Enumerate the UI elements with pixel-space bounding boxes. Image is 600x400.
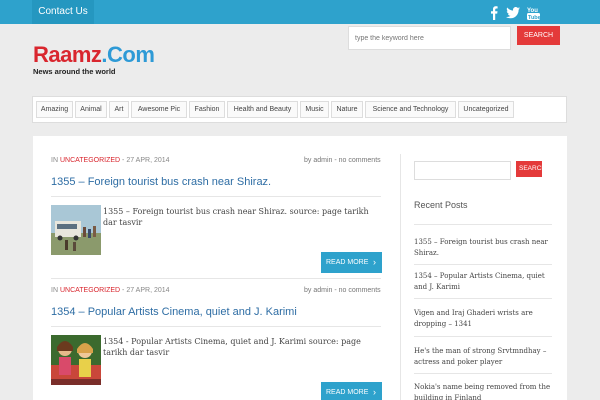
site-tagline: News around the world [33, 67, 116, 76]
post-title-link[interactable]: 1354 – Popular Artists Cinema, quiet and… [51, 306, 297, 318]
nav-item-uncategorized[interactable]: Uncategorized [458, 101, 514, 118]
post-meta-in: IN [51, 157, 60, 164]
read-more-label: READ MORE [326, 259, 369, 266]
logo-name: Raamz [33, 42, 102, 67]
nav-item-health-and-beauty[interactable]: Health and Beauty [227, 101, 298, 118]
chevron-right-icon: › [373, 387, 376, 397]
post-divider [51, 326, 381, 327]
logo-text: Raamz.Com [33, 42, 155, 67]
chevron-right-icon: › [373, 257, 376, 267]
post-category-link[interactable]: UNCATEGORIZED [60, 157, 120, 164]
post-thumbnail-bus[interactable] [51, 205, 101, 255]
svg-text:Tube: Tube [528, 15, 540, 20]
nav-item-science-and-technology[interactable]: Science and Technology [365, 101, 456, 118]
post-byline: by admin - no comments [304, 287, 381, 294]
post-date: - 27 APR, 2014 [120, 287, 170, 294]
recent-post-link[interactable]: 1355 – Foreign tourist bus crash near Sh… [414, 237, 552, 259]
site-logo[interactable]: Raamz.Com News around the world [33, 42, 155, 77]
post-separator [51, 278, 381, 279]
post-excerpt: 1355 – Foreign tourist bus crash near Sh… [103, 207, 369, 227]
post-category-link[interactable]: UNCATEGORIZED [60, 287, 120, 294]
post-divider [51, 196, 381, 197]
read-more-button[interactable]: READ MORE › [321, 382, 382, 400]
post-date: - 27 APR, 2014 [120, 157, 170, 164]
post-excerpt: 1354 - Popular Artists Cinema, quiet and… [103, 337, 361, 357]
contact-us-link[interactable]: Contact Us [32, 0, 94, 24]
recent-post-link[interactable]: He's the man of strong Srvtmndhay – actr… [414, 346, 552, 368]
nav-item-awesome-pic[interactable]: Awesome Pic [131, 101, 187, 118]
sidebar-divider-line [414, 264, 552, 265]
post-meta: IN UNCATEGORIZED - 27 APR, 2014 [51, 157, 170, 164]
recent-posts-heading: Recent Posts [414, 200, 468, 210]
category-nav: Amazing Animal Art Awesome Pic Fashion H… [32, 96, 567, 123]
recent-post-link[interactable]: 1354 – Popular Artists Cinema, quiet and… [414, 271, 552, 293]
nav-item-animal[interactable]: Animal [75, 101, 107, 118]
recent-post-link[interactable]: Nokia's name being removed from the buil… [414, 382, 552, 400]
youtube-icon[interactable]: You Tube [526, 6, 540, 20]
sidebar-divider-line [414, 336, 552, 337]
nav-item-nature[interactable]: Nature [331, 101, 363, 118]
read-more-label: READ MORE [326, 389, 369, 396]
facebook-icon[interactable] [488, 6, 500, 20]
sidebar-divider-line [414, 373, 552, 374]
sidebar-search-input[interactable] [414, 161, 511, 180]
post-meta: IN UNCATEGORIZED - 27 APR, 2014 [51, 287, 170, 294]
sidebar-divider-line [414, 298, 552, 299]
nav-item-music[interactable]: Music [300, 101, 329, 118]
nav-item-fashion[interactable]: Fashion [189, 101, 225, 118]
search-input[interactable] [348, 26, 511, 50]
logo-domain: .Com [101, 42, 155, 67]
recent-post-link[interactable]: Vigen and Iraj Ghaderi wrists are droppi… [414, 308, 552, 330]
post-title-link[interactable]: 1355 – Foreign tourist bus crash near Sh… [51, 176, 271, 188]
nav-item-art[interactable]: Art [109, 101, 129, 118]
post-byline: by admin - no comments [304, 157, 381, 164]
search-button[interactable]: SEARCH [517, 26, 560, 45]
sidebar-divider-line [414, 224, 552, 225]
sidebar-divider [400, 154, 401, 400]
post-thumbnail-cinema[interactable] [51, 335, 101, 385]
nav-item-amazing[interactable]: Amazing [36, 101, 73, 118]
post-meta-in: IN [51, 287, 60, 294]
top-bar: Contact Us You Tube [0, 0, 600, 24]
read-more-button[interactable]: READ MORE › [321, 252, 382, 273]
sidebar-search-button[interactable]: SEARCH [516, 161, 542, 177]
twitter-icon[interactable] [505, 6, 520, 20]
